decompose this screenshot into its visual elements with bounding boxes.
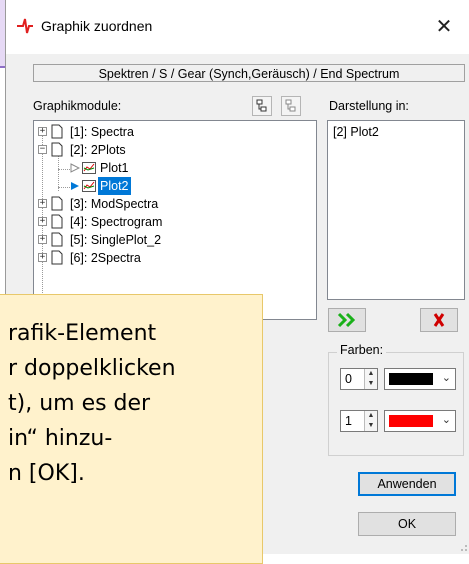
color-select-1[interactable]: ⌄ — [384, 410, 456, 432]
expand-icon[interactable]: + — [38, 235, 47, 244]
collapse-tree-button[interactable] — [281, 96, 301, 116]
document-icon — [51, 142, 63, 157]
add-button[interactable] — [328, 308, 366, 332]
close-button[interactable]: ✕ — [426, 10, 462, 44]
module-tree[interactable]: + [1]: Spectra − [2]: 2Plots Plot1 Plot2… — [33, 120, 317, 320]
tree-line — [58, 169, 70, 170]
spinner-arrows[interactable]: ▲ ▼ — [364, 369, 377, 389]
chart-icon — [82, 180, 96, 192]
display-list[interactable]: [2] Plot2 — [327, 120, 465, 300]
tree-node-label: [3]: ModSpectra — [70, 197, 159, 211]
modules-label: Graphikmodule: — [33, 99, 122, 113]
display-label: Darstellung in: — [329, 99, 409, 113]
tree-line — [58, 151, 59, 191]
expand-tree-button[interactable] — [252, 96, 272, 116]
ok-button[interactable]: OK — [358, 512, 456, 536]
tree-node-label: [1]: Spectra — [70, 125, 134, 139]
color-swatch-red — [389, 415, 433, 427]
tree-node-label: [5]: SinglePlot_2 — [70, 233, 162, 247]
document-icon — [51, 250, 63, 265]
instruction-callout: rafik-Element r doppelklicken t), um es … — [0, 294, 263, 564]
display-list-item[interactable]: [2] Plot2 — [333, 125, 379, 139]
chevron-down-icon: ⌄ — [441, 372, 451, 384]
color-index-spinner-1[interactable]: 1 ▲ ▼ — [340, 410, 378, 432]
chevron-down-icon: ⌄ — [441, 414, 451, 426]
tree-node-label: Plot1 — [100, 161, 129, 175]
collapse-icon[interactable]: − — [38, 145, 47, 154]
callout-line: r doppelklicken — [8, 356, 176, 381]
spinner-arrows[interactable]: ▲ ▼ — [364, 411, 377, 431]
tree-node-label: [6]: 2Spectra — [70, 251, 141, 265]
dialog-title: Graphik zuordnen — [41, 18, 153, 34]
callout-line: t), um es der — [8, 391, 151, 416]
callout-line: in“ hinzu- — [8, 426, 113, 451]
resize-grip-icon[interactable] — [458, 542, 468, 552]
tree-node-label-selected: Plot2 — [98, 177, 131, 195]
tree-node-label: [2]: 2Plots — [70, 143, 126, 157]
expand-icon[interactable]: + — [38, 199, 47, 208]
double-chevron-right-icon — [337, 312, 356, 328]
callout-line: n [OK]. — [8, 461, 85, 486]
expand-icon[interactable]: + — [38, 127, 47, 136]
document-icon — [51, 232, 63, 247]
tree-node-label: [4]: Spectrogram — [70, 215, 163, 229]
remove-button[interactable] — [420, 308, 458, 332]
chart-icon — [82, 162, 96, 174]
path-display: Spektren / S / Gear (Synch,Geräusch) / E… — [33, 64, 465, 82]
arrow-outline-icon — [70, 163, 80, 173]
color-select-0[interactable]: ⌄ — [384, 368, 456, 390]
arrow-filled-icon — [71, 182, 79, 190]
red-x-icon — [433, 313, 445, 327]
tree-expand-icon — [256, 99, 267, 112]
color-swatch-black — [389, 373, 433, 385]
tree-collapse-icon — [285, 99, 296, 112]
spinner-value: 1 — [345, 414, 352, 428]
app-icon — [17, 18, 33, 34]
apply-button[interactable]: Anwenden — [358, 472, 456, 496]
colors-label: Farben: — [337, 343, 387, 357]
expand-icon[interactable]: + — [38, 217, 47, 226]
callout-line: rafik-Element — [8, 321, 157, 346]
title-bar: Graphik zuordnen ✕ — [6, 0, 469, 54]
color-index-spinner-0[interactable]: 0 ▲ ▼ — [340, 368, 378, 390]
spinner-value: 0 — [345, 372, 352, 386]
document-icon — [51, 124, 63, 139]
document-icon — [51, 214, 63, 229]
tree-line — [58, 187, 70, 188]
document-icon — [51, 196, 63, 211]
expand-icon[interactable]: + — [38, 253, 47, 262]
